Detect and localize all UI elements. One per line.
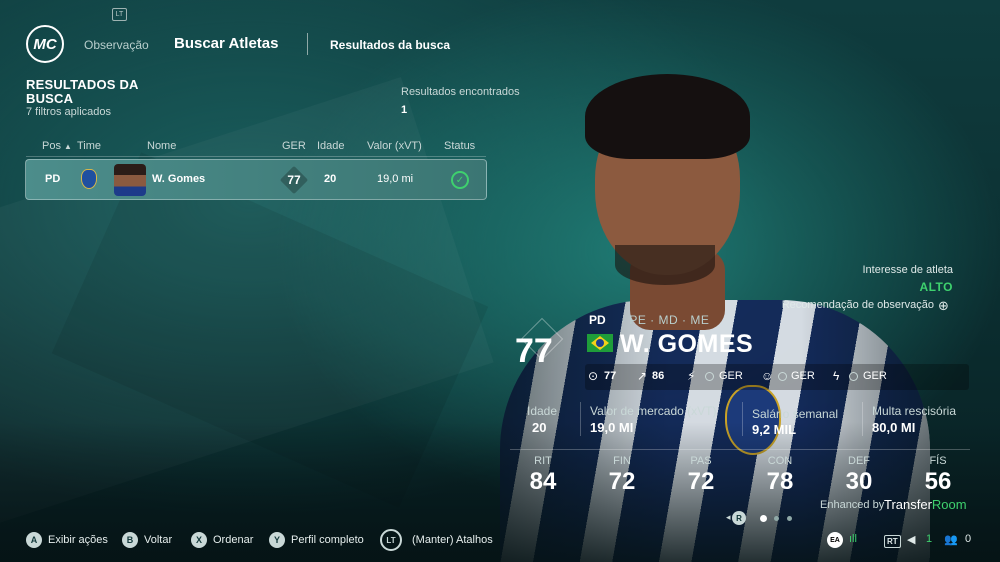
control-perfil-completo[interactable]: Y Perfil completo bbox=[269, 532, 364, 548]
chip-ger-1: GER bbox=[719, 370, 743, 382]
rating-circle-icon bbox=[778, 372, 787, 381]
column-header-status[interactable]: Status bbox=[444, 140, 475, 152]
recommendation-icon[interactable]: ⊕ bbox=[938, 298, 955, 314]
row-ger: 77 bbox=[287, 173, 301, 187]
table-row[interactable]: PD W. Gomes 77 20 19,0 mi ✓ bbox=[25, 159, 487, 200]
lightning-icon: ϟ bbox=[833, 369, 840, 383]
check-circle-icon: ✓ bbox=[451, 171, 469, 189]
release-clause-value: 80,0 MI bbox=[872, 420, 916, 435]
sort-asc-icon: ▲ bbox=[64, 142, 72, 151]
column-header-ger[interactable]: GER bbox=[282, 140, 306, 152]
rating-circle-icon bbox=[849, 372, 858, 381]
player-avatar bbox=[114, 164, 146, 196]
stat-label-def: DEF bbox=[848, 455, 870, 467]
control-ordenar[interactable]: X Ordenar bbox=[191, 532, 253, 548]
athlete-interest-value: ALTO bbox=[919, 280, 953, 294]
career-mode-logo: MC bbox=[26, 25, 64, 63]
lt-button-icon: LT bbox=[380, 529, 402, 551]
column-header-nome[interactable]: Nome bbox=[147, 140, 176, 152]
nav-observacao[interactable]: Observação bbox=[84, 38, 149, 52]
row-value: 19,0 mi bbox=[377, 173, 414, 185]
stat-value-fin: 72 bbox=[608, 468, 636, 495]
brazil-flag-icon bbox=[587, 334, 613, 352]
potential-arrow-icon: ↗ bbox=[637, 369, 648, 383]
results-found-label: Resultados encontrados bbox=[401, 86, 520, 98]
column-header-pos[interactable]: Pos ▲ bbox=[42, 140, 72, 152]
chip-ger-3: GER bbox=[863, 370, 887, 382]
club-badge-icon bbox=[81, 169, 97, 189]
chip-ger-2: GER bbox=[791, 370, 815, 382]
rt-button-icon: RT bbox=[884, 535, 901, 548]
age-label: Idade bbox=[527, 404, 558, 418]
nav-divider bbox=[307, 33, 308, 55]
rating-circle-icon bbox=[705, 372, 714, 381]
stat-label-rit: RIT bbox=[534, 455, 552, 467]
page-title: RESULTADOS DA BUSCA bbox=[26, 77, 139, 106]
overall-icon: ⊙ bbox=[588, 369, 599, 383]
row-player-name: W. Gomes bbox=[152, 173, 206, 185]
speaker-icon: ◀ bbox=[907, 534, 916, 546]
player-overall: 77 bbox=[515, 332, 553, 370]
stats-divider bbox=[510, 449, 970, 450]
signal-icon: ıll bbox=[849, 533, 857, 545]
stat-label-pas: PAS bbox=[690, 455, 712, 467]
stat-label-fis: FÍS bbox=[929, 455, 947, 467]
nav-buscar-atletas[interactable]: Buscar Atletas bbox=[174, 35, 279, 52]
control-atalhos[interactable]: LT (Manter) Atalhos bbox=[380, 529, 493, 551]
stat-value-rit: 84 bbox=[529, 468, 557, 495]
weekly-salary-label: Salário semanal bbox=[752, 407, 839, 421]
market-value: 19,0 MI bbox=[590, 420, 634, 435]
column-header-valor[interactable]: Valor (xVT) bbox=[367, 140, 422, 152]
b-button-icon: B bbox=[122, 532, 138, 548]
athlete-interest-label: Interesse de atleta bbox=[862, 264, 953, 276]
row-age: 20 bbox=[324, 173, 337, 185]
control-voltar[interactable]: B Voltar bbox=[122, 532, 172, 548]
x-button-icon: X bbox=[191, 532, 207, 548]
r-button-icon[interactable]: R bbox=[732, 511, 746, 525]
filters-applied: 7 filtros aplicados bbox=[26, 106, 111, 118]
release-clause-label: Multa rescisória bbox=[872, 404, 957, 418]
scouting-recommendation-label: Recomendação de observação bbox=[781, 299, 934, 311]
page-dot-active[interactable] bbox=[760, 515, 767, 522]
y-button-icon: Y bbox=[269, 532, 285, 548]
page-dot[interactable] bbox=[774, 516, 779, 521]
weekly-salary-value: 9,2 MIL bbox=[752, 422, 797, 437]
column-header-time[interactable]: Time bbox=[77, 140, 101, 152]
transferroom-logo: TransferRoom bbox=[884, 497, 967, 512]
control-exibir-acoes[interactable]: A Exibir ações bbox=[26, 532, 108, 548]
ea-logo: EA bbox=[827, 532, 843, 548]
table-header-divider bbox=[26, 156, 486, 157]
running-icon: ⚡ bbox=[687, 369, 696, 383]
chip-overall: 77 bbox=[604, 370, 617, 382]
stat-label-fin: FIN bbox=[613, 455, 631, 467]
page-dot[interactable] bbox=[787, 516, 792, 521]
stat-value-pas: 72 bbox=[687, 468, 715, 495]
lt-button-icon: LT bbox=[112, 8, 127, 21]
rt-count: 1 bbox=[926, 533, 933, 545]
column-header-idade[interactable]: Idade bbox=[317, 140, 345, 152]
age-value: 20 bbox=[532, 420, 547, 435]
results-found-value: 1 bbox=[401, 104, 408, 116]
stat-value-con: 78 bbox=[766, 468, 794, 495]
chevron-left-icon[interactable]: ◂ bbox=[726, 512, 731, 523]
friends-icon[interactable]: 👥 bbox=[944, 533, 958, 546]
friends-count: 0 bbox=[965, 533, 972, 545]
player-alt-positions: · PE · MD · ME bbox=[621, 313, 710, 327]
enhanced-by-label: Enhanced by bbox=[820, 499, 885, 511]
breadcrumb-resultados: Resultados da busca bbox=[330, 38, 451, 52]
stat-value-def: 30 bbox=[845, 468, 873, 495]
market-value-label: Valor de mercado (xVT) bbox=[590, 404, 717, 418]
chip-potential: 86 bbox=[652, 370, 665, 382]
stat-value-fis: 56 bbox=[924, 468, 952, 495]
player-attribute-bar: ⊙ 77 ↗ 86 ⚡ GER ☺ GER ϟ GER bbox=[585, 364, 969, 390]
player-main-position: PD bbox=[589, 313, 606, 327]
player-name: W. GOMES bbox=[620, 330, 754, 358]
row-position: PD bbox=[45, 173, 61, 185]
stat-label-con: CON bbox=[767, 455, 793, 467]
mood-icon: ☺ bbox=[761, 369, 774, 383]
a-button-icon: A bbox=[26, 532, 42, 548]
